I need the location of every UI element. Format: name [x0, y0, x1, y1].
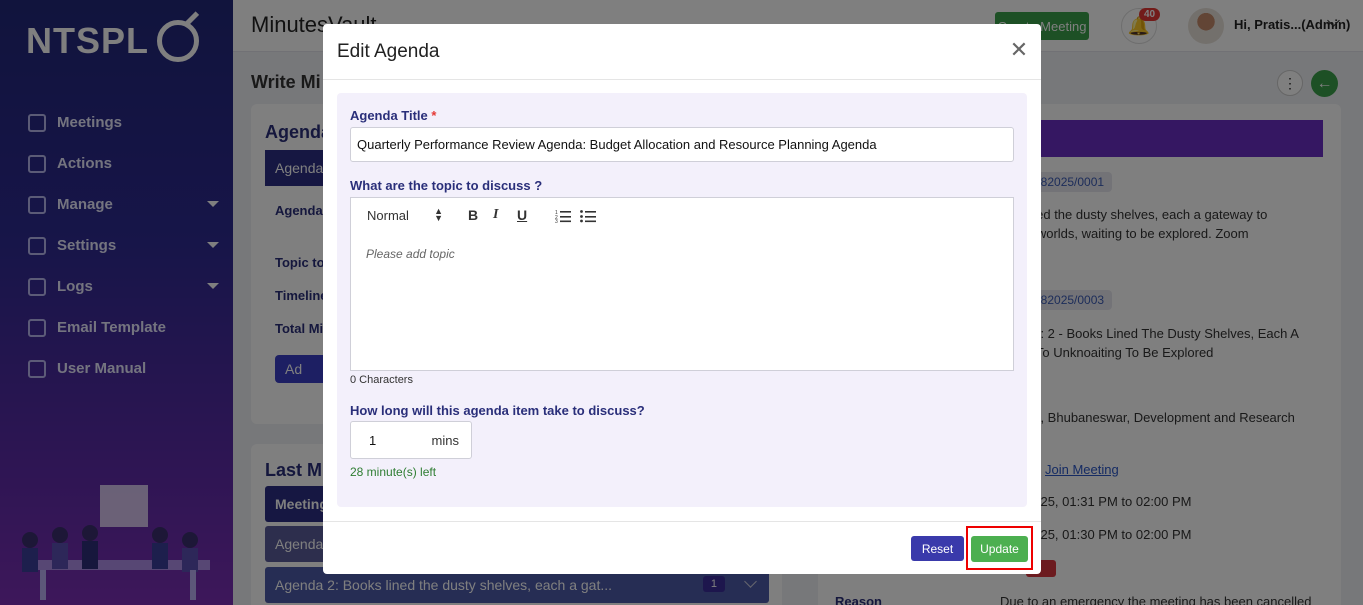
modal-title: Edit Agenda: [337, 41, 440, 62]
bold-icon[interactable]: B: [468, 207, 478, 223]
agenda-title-input[interactable]: [350, 127, 1014, 162]
bullet-list-icon[interactable]: [580, 209, 596, 223]
modal-footer: Reset Update: [323, 521, 1041, 574]
close-icon[interactable]: ✕: [1009, 39, 1029, 61]
select-arrows-icon: ▲ ▼: [434, 206, 443, 223]
minutes-left-text: 28 minute(s) left: [350, 465, 437, 479]
character-count: 0 Characters: [350, 374, 413, 386]
edit-agenda-modal: Edit Agenda ✕ Agenda Title * What are th…: [323, 24, 1041, 574]
svg-text:3: 3: [555, 219, 558, 223]
modal-body: Agenda Title * What are the topic to dis…: [337, 93, 1027, 507]
duration-input[interactable]: 1 mins: [350, 421, 472, 459]
format-select-value: Normal: [367, 208, 409, 223]
update-button[interactable]: Update: [971, 536, 1028, 562]
ordered-list-icon[interactable]: 1 2 3: [555, 209, 571, 223]
update-highlight-box: Update: [966, 526, 1033, 570]
underline-icon[interactable]: U: [517, 207, 527, 223]
italic-icon[interactable]: I: [493, 207, 498, 223]
reset-button[interactable]: Reset: [911, 536, 964, 561]
agenda-title-label: Agenda Title *: [350, 108, 436, 123]
duration-label: How long will this agenda item take to d…: [350, 403, 645, 418]
editor-toolbar: Normal ▲ ▼ B I U 1 2 3: [350, 197, 1014, 235]
duration-value: 1: [369, 433, 377, 448]
duration-unit: mins: [431, 433, 459, 448]
format-select[interactable]: Normal ▲ ▼: [367, 206, 445, 224]
agenda-title-label-text: Agenda Title: [350, 108, 428, 123]
required-mark: *: [431, 108, 437, 123]
modal-header: Edit Agenda ✕: [323, 24, 1041, 80]
editor-placeholder: Please add topic: [366, 247, 455, 261]
topic-editor[interactable]: Please add topic: [350, 234, 1014, 371]
topic-label: What are the topic to discuss ?: [350, 178, 543, 193]
